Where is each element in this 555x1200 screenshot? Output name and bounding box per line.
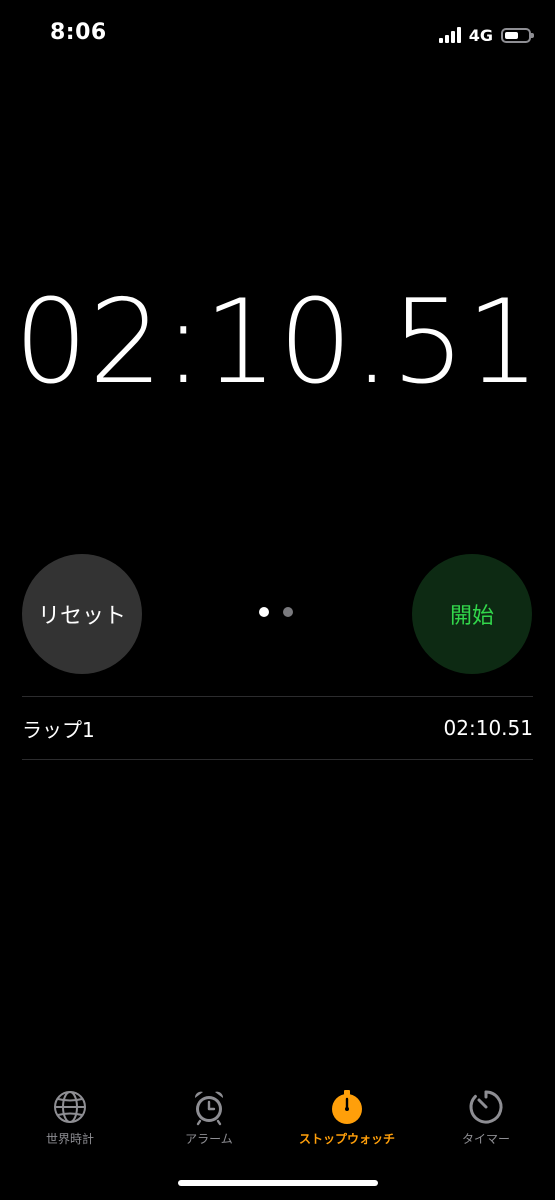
status-bar: 8:06 4G [0,0,555,70]
start-button[interactable]: 開始 [412,554,532,674]
tab-bar: 世界時計 アラーム ストップウォッチ タイマー [0,1082,555,1162]
tab-world-clock[interactable]: 世界時計 [0,1082,140,1147]
page-dot-inactive[interactable] [283,607,293,617]
status-icons: 4G [438,24,534,46]
timer-icon [469,1090,503,1124]
lap-label: ラップ1 [22,717,95,742]
lap-list: ラップ1 02:10.51 [22,696,533,760]
status-time: 8:06 [50,20,107,45]
lap-time: 02:10.51 [443,716,533,740]
signal-bars-icon [438,27,463,43]
page-indicator[interactable] [259,607,307,617]
page-dot-active[interactable] [259,607,269,617]
tab-label: 世界時計 [45,1132,94,1146]
globe-icon [54,1091,86,1123]
home-indicator[interactable] [178,1180,378,1186]
tab-label: ストップウォッチ [298,1132,395,1146]
alarm-clock-icon [194,1091,224,1126]
reset-button[interactable]: リセット [22,554,142,674]
network-type: 4G [468,25,493,45]
tab-label: アラーム [185,1132,233,1146]
tab-stopwatch[interactable]: ストップウォッチ [277,1082,417,1147]
stopwatch-icon [332,1090,362,1124]
tab-timer[interactable]: タイマー [416,1082,555,1147]
battery-icon [501,27,534,43]
tab-label: タイマー [461,1132,510,1146]
stopwatch-display: 02:10.51 [14,275,541,410]
tab-alarm[interactable]: アラーム [139,1082,279,1147]
lap-row: ラップ1 02:10.51 [22,697,533,760]
